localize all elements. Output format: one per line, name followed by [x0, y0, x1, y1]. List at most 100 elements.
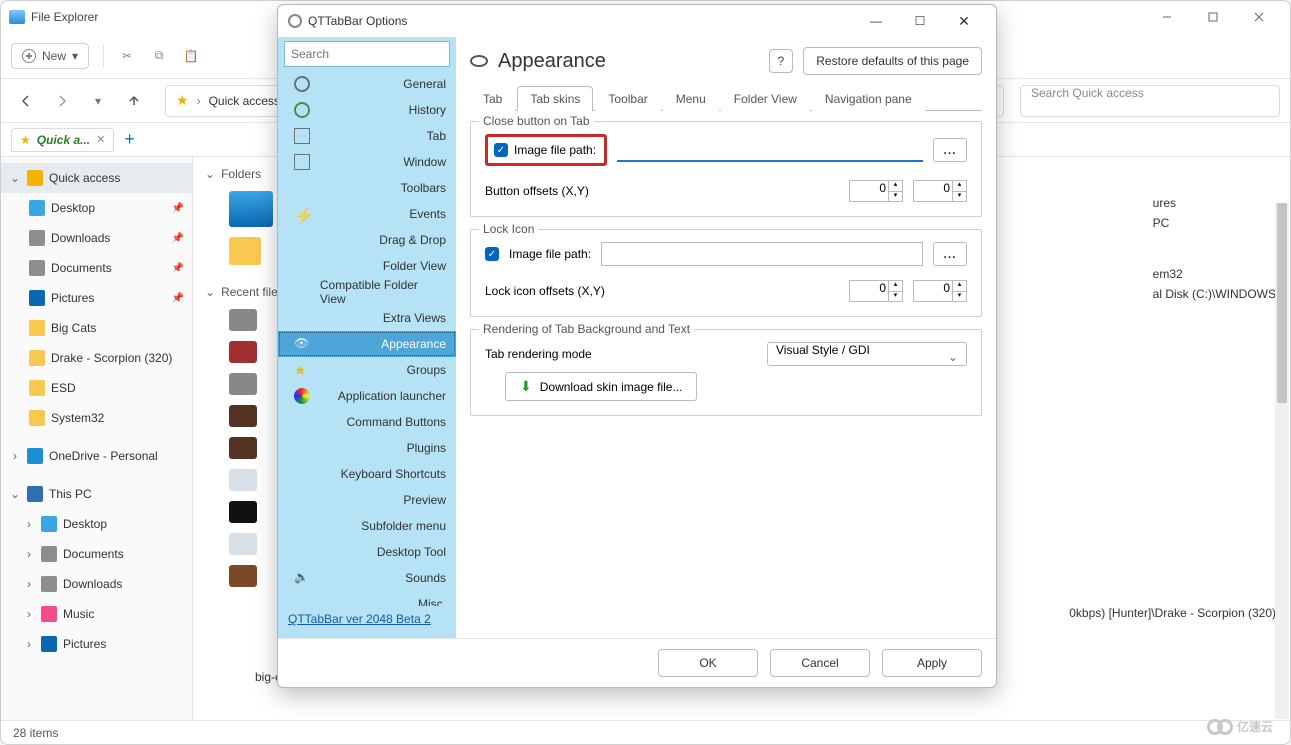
version-link[interactable]: QTTabBar ver 2048 Beta 2	[278, 606, 456, 632]
cat-folderview[interactable]: Folder View	[278, 253, 456, 279]
nav-esd[interactable]: ESD	[1, 373, 192, 403]
up-button[interactable]	[119, 86, 149, 116]
file-thumb[interactable]	[229, 437, 257, 459]
cat-misc[interactable]: Misc.	[278, 591, 456, 606]
lock-offsets-label: Lock icon offsets (X,Y)	[485, 284, 839, 298]
restore-defaults-button[interactable]: Restore defaults of this page	[803, 47, 982, 75]
lock-offset-y-input[interactable]: 0▴▾	[913, 280, 967, 302]
cut-icon[interactable]: ✂	[118, 47, 136, 65]
tab-navigation-pane[interactable]: Navigation pane	[812, 86, 925, 111]
cat-extra-views[interactable]: Extra Views	[278, 305, 456, 331]
tab-close-icon[interactable]: ✕	[96, 133, 105, 146]
nav-pictures[interactable]: Pictures📌	[1, 283, 192, 313]
eye-icon: 👁	[294, 336, 310, 352]
dialog-close-button[interactable]: ✕	[942, 7, 986, 35]
nav-pc-documents[interactable]: ›Documents	[1, 539, 192, 569]
tab-quick-access[interactable]: ★ Quick a... ✕	[11, 128, 114, 152]
cat-keyboard-shortcuts[interactable]: Keyboard Shortcuts	[278, 461, 456, 487]
nav-drake[interactable]: Drake - Scorpion (320)	[1, 343, 192, 373]
nav-pc-desktop[interactable]: ›Desktop	[1, 509, 192, 539]
apply-button[interactable]: Apply	[882, 649, 982, 677]
nav-pc-music[interactable]: ›Music	[1, 599, 192, 629]
tab-tab-skins[interactable]: Tab skins	[517, 86, 593, 111]
file-thumb[interactable]	[229, 565, 257, 587]
file-thumb[interactable]	[229, 309, 257, 331]
tab-tab[interactable]: Tab	[470, 86, 515, 111]
render-mode-select[interactable]: Visual Style / GDI ⌄	[767, 342, 967, 366]
dialog-minimize-button[interactable]: —	[854, 7, 898, 35]
minimize-button[interactable]	[1144, 3, 1190, 31]
download-skin-button[interactable]: ⬇ Download skin image file...	[505, 372, 697, 401]
maximize-button[interactable]	[1190, 3, 1236, 31]
close-button[interactable]	[1236, 3, 1282, 31]
tab-menu[interactable]: Menu	[663, 86, 719, 111]
browse-button[interactable]: ...	[933, 138, 967, 162]
offset-x-input[interactable]: 0▴▾	[849, 180, 903, 202]
cat-toolbars[interactable]: Toolbars	[278, 175, 456, 201]
cat-compat-folderview[interactable]: Compatible Folder View	[278, 279, 456, 305]
cat-app-launcher[interactable]: Application launcher	[278, 383, 456, 409]
dialog-maximize-button[interactable]: ☐	[898, 7, 942, 35]
ok-button[interactable]: OK	[658, 649, 758, 677]
file-thumb[interactable]	[229, 341, 257, 363]
cat-groups[interactable]: ★Groups	[278, 357, 456, 383]
nav-desktop[interactable]: Desktop📌	[1, 193, 192, 223]
tab-toolbar[interactable]: Toolbar	[595, 86, 660, 111]
folder-thumb[interactable]	[229, 191, 273, 227]
breadcrumb[interactable]: Quick access	[209, 94, 280, 108]
nav-bigcats[interactable]: Big Cats	[1, 313, 192, 343]
sidebar-search-input[interactable]	[284, 41, 450, 67]
file-thumb[interactable]	[229, 405, 257, 427]
file-thumb[interactable]	[229, 501, 257, 523]
cat-command-buttons[interactable]: Command Buttons	[278, 409, 456, 435]
lock-image-path-checkbox[interactable]: ✓	[485, 247, 499, 261]
nav-quick-access[interactable]: ⌄Quick access	[1, 163, 192, 193]
lock-browse-button[interactable]: ...	[933, 242, 967, 266]
panel-header: Appearance ? Restore defaults of this pa…	[470, 47, 982, 75]
scroll-thumb[interactable]	[1277, 203, 1287, 403]
cancel-button[interactable]: Cancel	[770, 649, 870, 677]
nav-thispc[interactable]: ⌄This PC	[1, 479, 192, 509]
cat-sounds[interactable]: 🔈Sounds	[278, 565, 456, 591]
chevron-right-icon: ›	[197, 94, 201, 108]
recent-dropdown[interactable]: ▾	[83, 86, 113, 116]
add-tab-button[interactable]: +	[118, 129, 141, 150]
lock-offset-x-input[interactable]: 0▴▾	[849, 280, 903, 302]
cat-preview[interactable]: Preview	[278, 487, 456, 513]
image-path-checkbox[interactable]: ✓	[494, 143, 508, 157]
nav-pc-pictures[interactable]: ›Pictures	[1, 629, 192, 659]
copy-icon[interactable]: ⧉	[150, 47, 168, 65]
cat-general[interactable]: General	[278, 71, 456, 97]
help-button[interactable]: ?	[769, 49, 794, 73]
nav-downloads[interactable]: Downloads📌	[1, 223, 192, 253]
file-thumb[interactable]	[229, 533, 257, 555]
lock-image-path-input[interactable]	[601, 242, 923, 266]
cat-window[interactable]: Window	[278, 149, 456, 175]
cat-dragdrop[interactable]: Drag & Drop	[278, 227, 456, 253]
cat-events[interactable]: ⚡Events	[278, 201, 456, 227]
tab-folder-view[interactable]: Folder View	[721, 86, 810, 111]
cat-desktop-tool[interactable]: Desktop Tool	[278, 539, 456, 565]
cat-history[interactable]: History	[278, 97, 456, 123]
nav-system32[interactable]: System32	[1, 403, 192, 433]
file-thumb[interactable]	[229, 373, 257, 395]
nav-pc-downloads[interactable]: ›Downloads	[1, 569, 192, 599]
forward-button[interactable]	[47, 86, 77, 116]
search-input[interactable]: Search Quick access	[1020, 85, 1280, 117]
cat-tab[interactable]: Tab	[278, 123, 456, 149]
cat-subfolder-menu[interactable]: Subfolder menu	[278, 513, 456, 539]
folder-thumb[interactable]	[229, 237, 261, 265]
offsets-label: Button offsets (X,Y)	[485, 184, 839, 198]
scrollbar[interactable]	[1275, 203, 1289, 719]
back-button[interactable]	[11, 86, 41, 116]
file-thumb[interactable]	[229, 469, 257, 491]
chevron-down-icon: ▾	[72, 49, 78, 63]
nav-documents[interactable]: Documents📌	[1, 253, 192, 283]
new-button[interactable]: New ▾	[11, 43, 89, 69]
image-path-input[interactable]	[617, 138, 923, 162]
cat-appearance[interactable]: 👁Appearance	[278, 331, 456, 357]
cat-plugins[interactable]: Plugins	[278, 435, 456, 461]
paste-icon[interactable]: 📋	[182, 47, 200, 65]
nav-onedrive[interactable]: ›OneDrive - Personal	[1, 441, 192, 471]
offset-y-input[interactable]: 0▴▾	[913, 180, 967, 202]
